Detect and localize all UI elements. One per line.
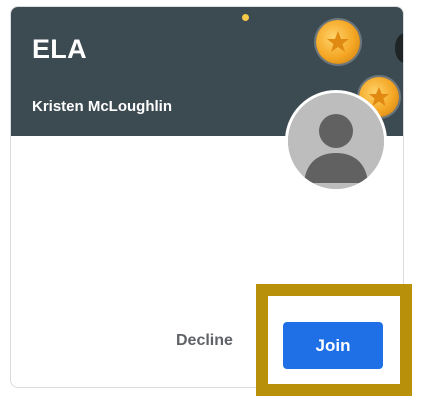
class-name[interactable]: ELA	[32, 34, 87, 65]
join-button[interactable]: Join	[283, 322, 383, 369]
teacher-name: Kristen McLoughlin	[32, 98, 172, 115]
decline-button[interactable]: Decline	[170, 323, 239, 359]
decorative-dot	[242, 14, 249, 21]
teacher-avatar-icon	[285, 90, 387, 192]
star-coin-icon	[316, 20, 360, 64]
decorative-shape	[395, 33, 403, 63]
